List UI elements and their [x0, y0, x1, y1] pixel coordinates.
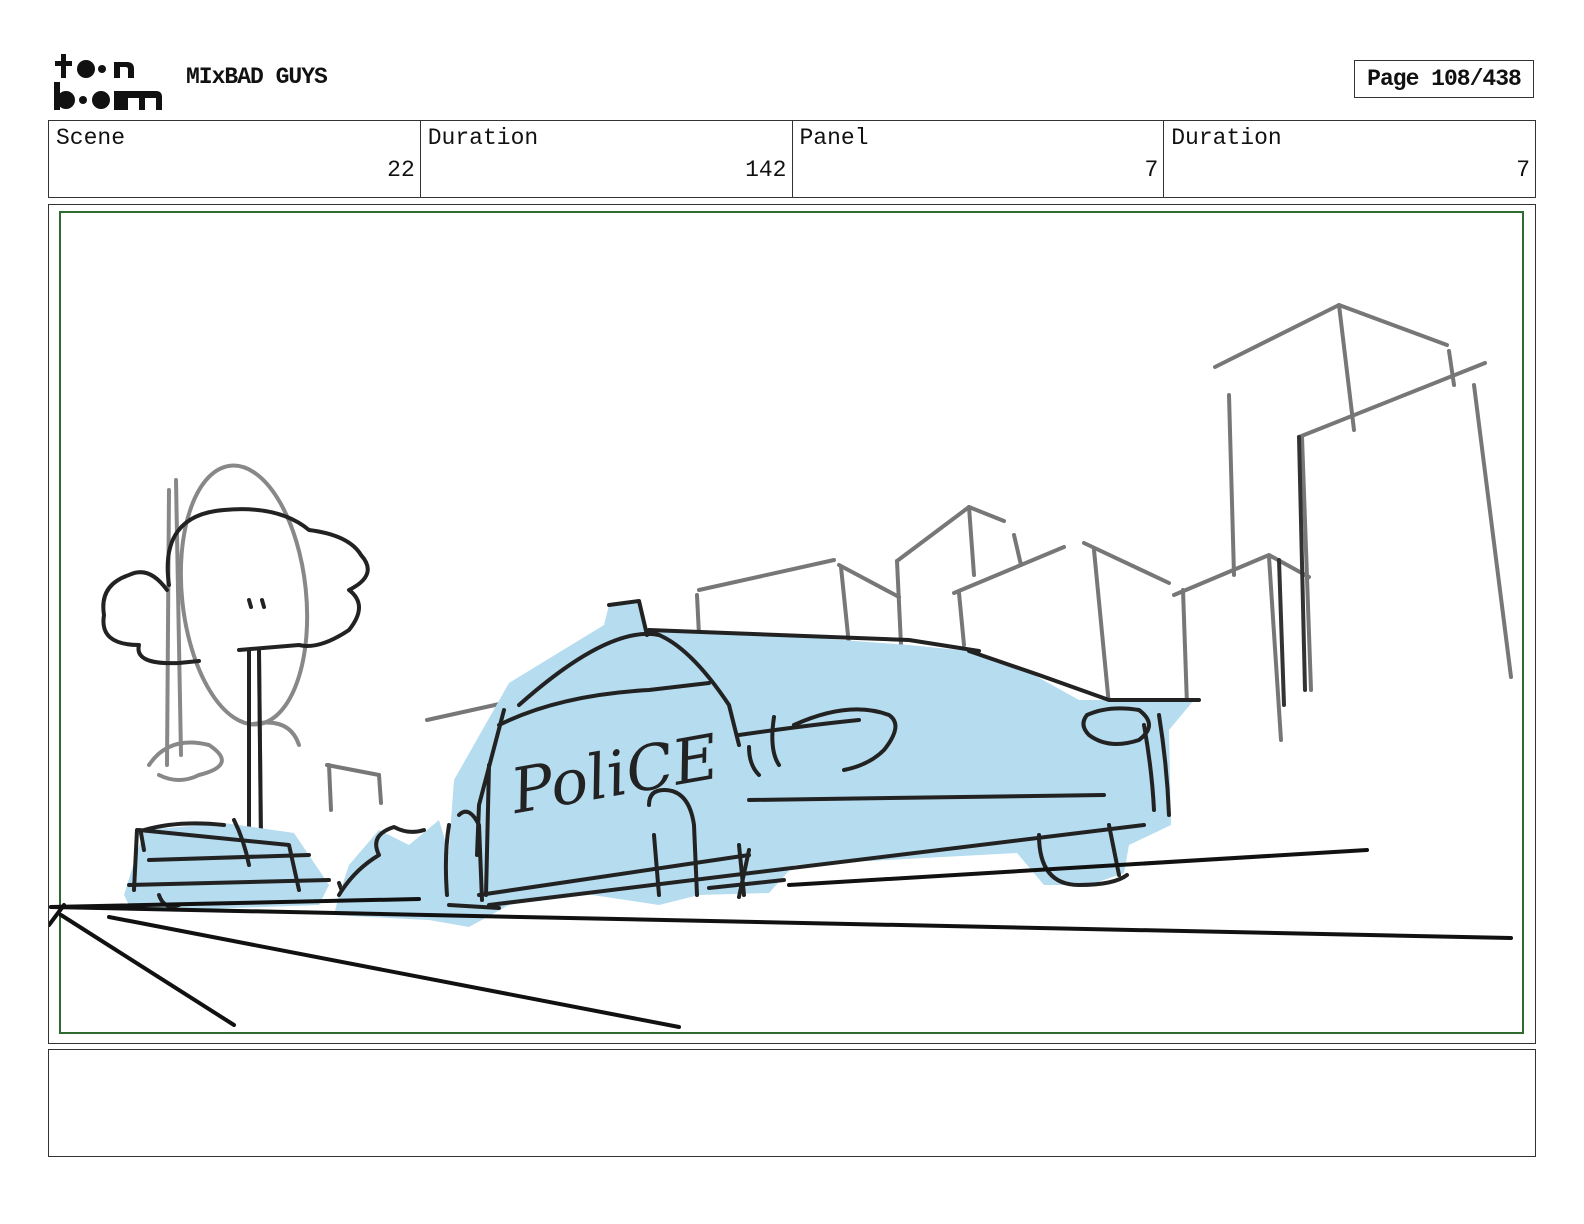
scene-info-table: Scene 22 Duration 142 Panel 7 Duration 7	[48, 120, 1536, 198]
panel-duration-value: 7	[1516, 157, 1530, 183]
small-car-fill	[124, 823, 329, 910]
panel-value: 7	[1144, 157, 1159, 183]
panel-duration-label: Duration	[1171, 125, 1282, 151]
panel-duration-cell: Duration 7	[1164, 121, 1535, 197]
page-number: Page 108/438	[1354, 60, 1534, 98]
panel-notes[interactable]	[48, 1049, 1536, 1157]
police-car-fill	[334, 601, 1194, 927]
project-title: MIxBAD GUYS	[186, 64, 328, 90]
panel-cell: Panel 7	[793, 121, 1165, 197]
storyboard-panel: PoliCE	[48, 204, 1536, 1044]
scene-cell: Scene 22	[49, 121, 421, 197]
scene-duration-value: 142	[745, 157, 787, 183]
panel-label: Panel	[799, 125, 869, 151]
toon-boom-logo-icon	[54, 54, 162, 110]
storyboard-sketch: PoliCE	[49, 211, 1524, 1034]
scene-duration-label: Duration	[427, 125, 539, 151]
scene-label: Scene	[56, 125, 126, 151]
scene-value: 22	[387, 157, 415, 183]
scene-duration-cell: Duration 142	[421, 121, 793, 197]
